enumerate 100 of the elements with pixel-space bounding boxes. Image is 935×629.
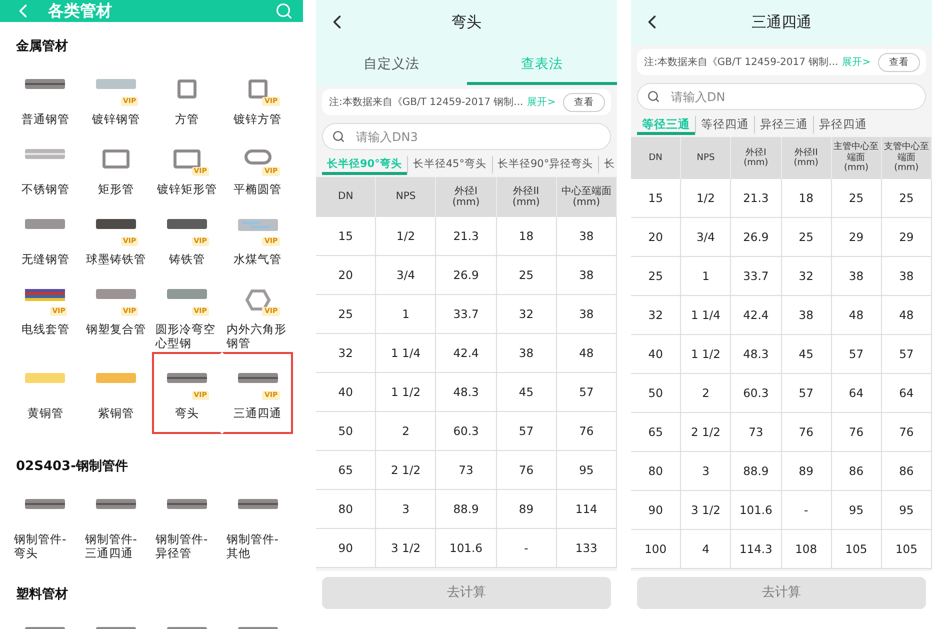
pipe-icon xyxy=(25,499,66,509)
item-label: 钢制管件-弯头 xyxy=(14,532,68,560)
table-cell: 48.3 xyxy=(731,335,782,374)
category-tab[interactable]: 异径三通 xyxy=(754,116,813,135)
pipe-icon xyxy=(96,79,136,89)
table-cell: 45 xyxy=(496,373,557,412)
table-cell: 25 xyxy=(882,179,932,218)
header-label: 外径I xyxy=(454,186,478,197)
pipe-item[interactable]: 黄铜管 xyxy=(10,352,81,434)
pipe-icon xyxy=(238,373,278,383)
item-label: 镀锌方管 xyxy=(232,112,283,126)
table-cell: 26.9 xyxy=(436,256,497,295)
table-cell: 33.7 xyxy=(436,295,497,334)
pipe-item[interactable]: 钢制管件-异径管 xyxy=(152,478,222,562)
table-cell: 76 xyxy=(882,413,932,452)
table-cell: 1 1/2 xyxy=(376,373,436,412)
pipe-item[interactable]: 钢制管件-弯头 xyxy=(10,478,81,562)
pipe-item[interactable]: 无缝钢管 xyxy=(10,198,81,268)
section-title: 塑料管材 xyxy=(16,586,69,604)
item-label: 钢制管件-其他 xyxy=(226,532,280,560)
rectangle-tube-icon xyxy=(102,149,130,169)
table-cell: - xyxy=(782,491,832,530)
item-label: 三通四通 xyxy=(232,406,283,420)
table-cell: 1/2 xyxy=(681,179,732,218)
pipe-item[interactable]: 紫铜管 xyxy=(80,352,152,434)
table-cell: 38 xyxy=(556,295,617,334)
header-unit: (mm) xyxy=(794,158,818,168)
table-cell: 4 xyxy=(681,530,732,569)
table-cell: 25 xyxy=(316,295,376,334)
table-cell: 90 xyxy=(631,491,682,530)
table-cell: 73 xyxy=(731,413,782,452)
pipe-icon xyxy=(96,499,136,509)
table-cell: 101.6 xyxy=(731,491,782,530)
header-label: NPS xyxy=(696,152,715,164)
table-cell: 76 xyxy=(496,451,557,490)
header-label: 支管中心至端面 xyxy=(882,142,930,163)
search-icon[interactable] xyxy=(275,2,293,20)
table-cell: 38 xyxy=(882,257,932,296)
table-cell: 32 xyxy=(782,257,832,296)
table-cell: 2 xyxy=(681,374,732,413)
table-cell: 57 xyxy=(496,412,557,451)
table-cell: 101.6 xyxy=(436,529,497,568)
header-unit: (mm) xyxy=(512,197,540,208)
pipe-item[interactable]: 矩形管 xyxy=(80,128,152,198)
table-cell: 38 xyxy=(782,296,832,335)
view-button[interactable]: 查看 xyxy=(563,92,605,112)
item-label: 钢制管件-三通四通 xyxy=(84,532,138,560)
pipe-icon xyxy=(96,289,136,299)
search-field[interactable]: 请输入DN3 xyxy=(322,123,611,150)
search-field[interactable]: 请输入DN xyxy=(637,83,926,110)
table-cell: 108 xyxy=(782,530,832,569)
item-label: 钢制管件-异径管 xyxy=(156,532,209,560)
header-label: DN xyxy=(648,152,662,164)
oval-tube-icon xyxy=(244,149,272,165)
header-label: DN xyxy=(338,191,354,203)
pipe-icon xyxy=(238,219,278,231)
table-cell: 64 xyxy=(832,374,882,413)
table-cell: 57 xyxy=(882,335,932,374)
item-label: 镀锌矩形管 xyxy=(156,182,218,196)
rectangle-tube-icon xyxy=(172,149,201,169)
pipe-item[interactable]: 钢制管件-其他 xyxy=(222,478,293,562)
table-cell: 50 xyxy=(316,412,376,451)
header-unit: (mm) xyxy=(572,197,600,208)
category-tab[interactable]: 长半径90°异径弯头 xyxy=(492,156,598,175)
table-cell: 86 xyxy=(832,452,882,491)
table-cell: 1 1/4 xyxy=(376,334,436,373)
pipe-item[interactable]: 不锈钢管 xyxy=(10,128,81,198)
pipe-icon xyxy=(166,373,207,383)
segment-tab[interactable]: 自定义法 xyxy=(316,45,466,85)
category-tab[interactable]: 等径四通 xyxy=(695,116,754,135)
pipe-item[interactable]: 普通钢管 xyxy=(10,58,81,128)
header-label: 中心至端面 xyxy=(561,186,612,197)
pipe-icon xyxy=(96,373,136,383)
table-cell: 89 xyxy=(496,490,557,529)
pipe-icon xyxy=(166,289,207,299)
category-tab[interactable]: 异径四通 xyxy=(813,116,872,135)
item-label: 电线套管 xyxy=(20,322,70,336)
pipe-icon xyxy=(238,499,278,509)
table-cell: 1 xyxy=(376,295,436,334)
item-label: 镀锌钢管 xyxy=(91,112,142,126)
category-tab[interactable]: 长半径45°弯头 xyxy=(406,156,492,175)
header-label: NPS xyxy=(396,191,416,203)
table-cell: 76 xyxy=(832,413,882,452)
table-cell: 1 1/4 xyxy=(681,296,732,335)
table-cell: 32 xyxy=(496,295,557,334)
pipe-item[interactable]: 方管 xyxy=(152,58,222,128)
table-cell: 3/4 xyxy=(681,218,732,257)
table-cell: 86 xyxy=(882,452,932,491)
pipe-icon xyxy=(25,373,66,383)
table-cell: 45 xyxy=(782,335,832,374)
item-label: 弯头 xyxy=(174,406,200,420)
table-cell: 32 xyxy=(316,334,376,373)
category-tab[interactable]: 长 xyxy=(598,156,617,175)
view-button[interactable]: 查看 xyxy=(878,52,920,72)
source-note: 注:本数据来自《GB/T 12459-2017 钢制... xyxy=(329,96,524,109)
pipe-item[interactable]: 钢制管件-三通四通 xyxy=(80,478,152,562)
table-cell: 3 xyxy=(681,452,732,491)
table-cell: 95 xyxy=(556,451,617,490)
table-cell: 57 xyxy=(556,373,617,412)
item-label: 球墨铸铁管 xyxy=(85,252,148,266)
